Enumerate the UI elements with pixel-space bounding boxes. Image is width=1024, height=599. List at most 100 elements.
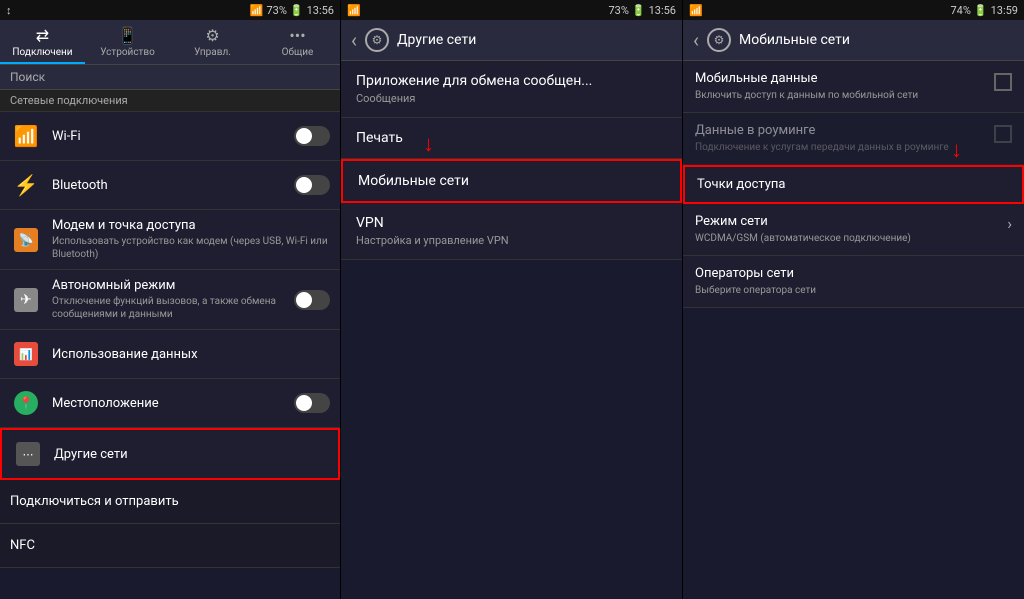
menu-item-airplane[interactable]: ✈ Автономный режим Отключение функций вы… [0, 270, 340, 330]
p2-messages-sub: Сообщения [356, 92, 667, 105]
p2-item-messages[interactable]: Приложение для обмена сообщен... Сообщен… [341, 61, 682, 118]
menu-item-nfc[interactable]: NFC [0, 524, 340, 568]
signal-icon: 📶 [250, 4, 264, 17]
status-right-1: 📶 73% 🔋 13:56 [250, 4, 334, 17]
panel3-header: ‹ ⚙ Мобильные сети [683, 20, 1024, 61]
back-button-3[interactable]: ‹ [693, 28, 699, 52]
tab-connections-icon: ⇄ [36, 26, 49, 45]
tab-device-icon: 📱 [118, 26, 138, 45]
modem-subtitle: Использовать устройство как модем (через… [52, 235, 330, 261]
p3-item-mobile-data[interactable]: Мобильные данные Включить доступ к данны… [683, 61, 1024, 113]
gear-icon-2: ⚙ [365, 28, 389, 52]
wifi-icon: 📶 [10, 120, 42, 152]
battery-icon-1: 🔋 [290, 4, 304, 17]
p2-messages-title: Приложение для обмена сообщен... [356, 73, 667, 89]
tab-device[interactable]: 📱 Устройство [85, 20, 170, 64]
p2-item-print[interactable]: Печать [341, 118, 682, 159]
menu-item-connect-send[interactable]: Подключиться и отправить [0, 480, 340, 524]
p2-vpn-title: VPN [356, 215, 667, 231]
signal-text-1: 73% [266, 4, 286, 17]
other-networks-icon: ⋯ [12, 438, 44, 470]
p3-access-points-content: Точки доступа [697, 177, 1010, 192]
menu-item-modem[interactable]: 📡 Модем и точка доступа Использовать уст… [0, 210, 340, 270]
other-networks-title: Другие сети [54, 447, 328, 462]
panel2-header: ‹ ⚙ Другие сети [341, 20, 682, 61]
status-bar-2: 📶 73% 🔋 13:56 [341, 0, 682, 20]
p3-item-roaming[interactable]: Данные в роуминге Подключение к услугам … [683, 113, 1024, 165]
p3-mobile-data-content: Мобильные данные Включить доступ к данны… [695, 71, 986, 102]
battery-icon-3: 🔋 [974, 4, 988, 17]
location-icon: 📍 [10, 387, 42, 419]
modem-icon: 📡 [10, 224, 42, 256]
panel2-title: Другие сети [397, 32, 476, 48]
connect-send-title: Подключиться и отправить [10, 494, 330, 509]
tab-device-label: Устройство [100, 47, 155, 58]
section-network-connections: Сетевые подключения [0, 90, 340, 112]
red-arrow-panel2: ↓ [423, 131, 434, 157]
menu-item-bluetooth[interactable]: ⚡ Bluetooth [0, 161, 340, 210]
tab-manage-label: Управл. [194, 47, 231, 58]
panel3-title: Мобильные сети [739, 32, 850, 48]
bluetooth-toggle[interactable] [294, 175, 330, 195]
p3-item-operators[interactable]: Операторы сети Выберите оператора сети [683, 256, 1024, 308]
time-3: 13:59 [991, 4, 1018, 17]
bluetooth-icon: ⚡ [10, 169, 42, 201]
tab-connections[interactable]: ⇄ Подключени [0, 20, 85, 64]
panel-other-networks: 📶 73% 🔋 13:56 ‹ ⚙ Другие сети Приложение… [340, 0, 682, 599]
location-title: Местоположение [52, 396, 294, 411]
airplane-icon: ✈ [10, 284, 42, 316]
wifi-title: Wi-Fi [52, 129, 294, 144]
p3-mobile-data-title: Мобильные данные [695, 71, 986, 86]
tab-general-icon: ••• [289, 26, 305, 45]
wifi-toggle[interactable] [294, 126, 330, 146]
p3-item-network-mode[interactable]: Режим сети WCDMA/GSM (автоматическое под… [683, 204, 1024, 256]
connect-send-content: Подключиться и отправить [10, 494, 330, 509]
status-right-2: 73% 🔋 13:56 [608, 4, 676, 17]
search-placeholder: Поиск [10, 70, 45, 84]
location-content: Местоположение [52, 396, 294, 411]
back-button-2[interactable]: ‹ [351, 28, 357, 52]
bluetooth-content: Bluetooth [52, 178, 294, 193]
time-2: 13:56 [649, 4, 676, 17]
status-right-3: 74% 🔋 13:59 [950, 4, 1018, 17]
wifi-content: Wi-Fi [52, 129, 294, 144]
modem-title: Модем и точка доступа [52, 218, 330, 233]
p3-roaming-title: Данные в роуминге [695, 123, 986, 138]
location-toggle[interactable] [294, 393, 330, 413]
status-bar-3: 📶 74% 🔋 13:59 [683, 0, 1024, 20]
roaming-checkbox[interactable] [994, 125, 1012, 143]
airplane-toggle[interactable] [294, 290, 330, 310]
p2-item-mobile-networks[interactable]: Мобильные сети ↓ [341, 159, 682, 203]
menu-item-wifi[interactable]: 📶 Wi-Fi [0, 112, 340, 161]
nfc-title: NFC [10, 538, 330, 553]
data-usage-title: Использование данных [52, 347, 330, 362]
status-bar-1: ↕ 📶 73% 🔋 13:56 [0, 0, 340, 20]
other-networks-content: Другие сети [54, 447, 328, 462]
menu-item-other-networks[interactable]: ⋯ Другие сети [0, 428, 340, 480]
p3-roaming-content: Данные в роуминге Подключение к услугам … [695, 123, 986, 154]
tab-general[interactable]: ••• Общие [255, 20, 340, 64]
p3-operators-content: Операторы сети Выберите оператора сети [695, 266, 1012, 297]
search-bar[interactable]: Поиск [0, 65, 340, 90]
gear-icon-3: ⚙ [707, 28, 731, 52]
network-mode-chevron: › [1007, 214, 1012, 233]
section-header-text: Сетевые подключения [10, 94, 128, 107]
p3-mobile-data-sub: Включить доступ к данным по мобильной се… [695, 89, 986, 102]
p3-roaming-sub: Подключение к услугам передачи данных в … [695, 141, 986, 154]
p3-item-access-points[interactable]: Точки доступа ↓ [683, 165, 1024, 204]
status-left-1: ↕ [6, 4, 12, 17]
p2-print-title: Печать [356, 130, 667, 146]
menu-item-location[interactable]: 📍 Местоположение [0, 379, 340, 428]
data-usage-icon: 📊 [10, 338, 42, 370]
airplane-content: Автономный режим Отключение функций вызо… [52, 278, 294, 321]
mobile-data-checkbox[interactable] [994, 73, 1012, 91]
tab-manage[interactable]: ⚙ Управл. [170, 20, 255, 64]
tab-general-label: Общие [282, 47, 314, 58]
signal-percent-2: 73% [608, 4, 628, 17]
menu-item-data-usage[interactable]: 📊 Использование данных [0, 330, 340, 379]
sync-icon: ↕ [6, 4, 12, 17]
p2-item-vpn[interactable]: VPN Настройка и управление VPN [341, 203, 682, 260]
red-arrow-panel3: ↓ [951, 137, 962, 163]
p3-network-mode-title: Режим сети [695, 214, 999, 229]
signal-percent-3: 74% [950, 4, 970, 17]
